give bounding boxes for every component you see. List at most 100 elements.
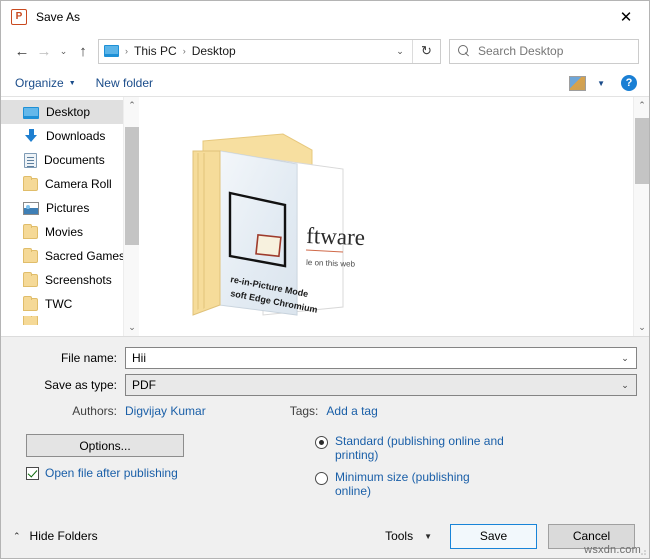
scroll-down-icon[interactable]: ⌄ bbox=[634, 319, 649, 336]
hide-folders-button[interactable]: ⌃ Hide Folders bbox=[13, 529, 98, 543]
add-a-tag-link[interactable]: Add a tag bbox=[326, 404, 377, 418]
folder-icon bbox=[23, 296, 38, 311]
options-left-column: Options... Open file after publishing bbox=[13, 434, 313, 506]
window-title: Save As bbox=[36, 9, 81, 24]
options-area: Options... Open file after publishing St… bbox=[13, 434, 637, 514]
folder-icon bbox=[23, 272, 38, 287]
tools-button[interactable]: Tools ▼ bbox=[385, 529, 432, 543]
organize-label: Organize bbox=[15, 76, 64, 90]
navigation-pane: Desktop Downloads Documents Camera Roll Pict… bbox=[1, 97, 139, 336]
sidebar-item-partial[interactable] bbox=[1, 316, 139, 325]
organize-button[interactable]: Organize ▼ bbox=[15, 76, 76, 90]
standard-option-row[interactable]: Standard (publishing online and printing… bbox=[315, 434, 637, 462]
sidebar-item-label: Documents bbox=[44, 153, 105, 167]
scroll-down-icon[interactable]: ⌄ bbox=[124, 319, 139, 336]
sidebar-item-label: Camera Roll bbox=[45, 177, 112, 191]
standard-radio[interactable] bbox=[315, 436, 328, 449]
this-pc-icon bbox=[104, 45, 119, 57]
resize-grip[interactable] bbox=[637, 546, 647, 556]
file-list-scrollbar[interactable]: ⌃ ⌄ bbox=[633, 97, 649, 336]
folder-with-documents-thumbnail[interactable]: ftware le on this web re-in-Picture Mode… bbox=[175, 119, 375, 319]
file-name-value: Hii bbox=[132, 351, 146, 365]
desktop-icon bbox=[23, 106, 39, 119]
sidebar-item-twc[interactable]: TWC bbox=[1, 292, 139, 316]
scrollbar-thumb[interactable] bbox=[125, 127, 139, 245]
sidebar-item-label: Downloads bbox=[46, 129, 106, 143]
hide-folders-label: Hide Folders bbox=[29, 529, 98, 543]
sidebar-item-screenshots[interactable]: Screenshots bbox=[1, 268, 139, 292]
authors-value[interactable]: Digvijay Kumar bbox=[125, 404, 206, 418]
new-folder-button[interactable]: New folder bbox=[96, 76, 153, 90]
chevron-down-icon: ▼ bbox=[68, 79, 76, 87]
chevron-down-icon[interactable]: ⌄ bbox=[614, 380, 636, 391]
sidebar-item-label: Pictures bbox=[46, 201, 90, 215]
save-as-dialog: P Save As ✕ ← → ⌄ ↑ › This PC › Desktop … bbox=[0, 0, 650, 559]
view-layout-icon[interactable] bbox=[569, 75, 587, 91]
minimum-size-radio[interactable] bbox=[315, 472, 328, 485]
authors-label: Authors: bbox=[72, 404, 117, 418]
sidebar-item-documents[interactable]: Documents bbox=[1, 148, 139, 172]
pictures-icon bbox=[23, 202, 39, 215]
open-after-publishing-row[interactable]: Open file after publishing bbox=[26, 466, 313, 480]
minimum-size-label: Minimum size (publishing online) bbox=[335, 470, 470, 498]
thumb-text-1: ftware bbox=[306, 223, 366, 250]
downloads-icon bbox=[23, 128, 39, 144]
navigation-bar: ← → ⌄ ↑ › This PC › Desktop ⌄ ↻ Search D… bbox=[1, 32, 649, 70]
file-list-pane[interactable]: ftware le on this web re-in-Picture Mode… bbox=[139, 97, 649, 336]
breadcrumb-separator-1: › bbox=[125, 46, 128, 56]
command-toolbar: Organize ▼ New folder ▼ ? bbox=[1, 70, 649, 97]
breadcrumb-item-desktop[interactable]: Desktop bbox=[192, 44, 236, 58]
sidebar-scrollbar[interactable]: ⌃ ⌄ bbox=[123, 97, 139, 336]
chevron-down-icon[interactable]: ▼ bbox=[597, 79, 605, 88]
forward-arrow-icon[interactable]: → bbox=[33, 38, 55, 64]
recent-locations-icon[interactable]: ⌄ bbox=[55, 38, 72, 64]
sidebar-item-label: Movies bbox=[45, 225, 84, 239]
chevron-up-icon: ⌃ bbox=[13, 530, 21, 541]
watermark: wsxdn.com bbox=[584, 544, 641, 556]
file-name-input[interactable]: Hii ⌄ bbox=[125, 347, 637, 369]
folder-icon bbox=[23, 316, 38, 325]
sidebar-item-label: Desktop bbox=[46, 105, 91, 119]
sidebar-item-downloads[interactable]: Downloads bbox=[1, 124, 139, 148]
chevron-down-icon[interactable]: ⌄ bbox=[388, 46, 412, 57]
navigation-list: Desktop Downloads Documents Camera Roll Pict… bbox=[1, 100, 139, 325]
sidebar-item-camera-roll[interactable]: Camera Roll bbox=[1, 172, 139, 196]
scroll-up-icon[interactable]: ⌃ bbox=[124, 97, 139, 114]
title-bar: P Save As ✕ bbox=[1, 1, 649, 32]
file-name-label: File name: bbox=[60, 351, 117, 365]
refresh-icon[interactable]: ↻ bbox=[412, 39, 440, 63]
open-after-publishing-checkbox[interactable] bbox=[26, 466, 39, 480]
thumbnail-graphic: ftware le on this web re-in-Picture Mode… bbox=[192, 133, 366, 316]
close-icon[interactable]: ✕ bbox=[603, 1, 649, 32]
sidebar-item-pictures[interactable]: Pictures bbox=[1, 196, 139, 220]
folder-icon bbox=[23, 224, 38, 239]
back-arrow-icon[interactable]: ← bbox=[11, 38, 33, 64]
options-button[interactable]: Options... bbox=[26, 434, 184, 457]
save-as-type-value: PDF bbox=[132, 378, 156, 392]
save-form: File name: Hii ⌄ Save as type: PDF ⌄ Aut… bbox=[1, 337, 649, 514]
save-as-type-row: Save as type: PDF ⌄ bbox=[13, 374, 637, 396]
minimum-size-option-row[interactable]: Minimum size (publishing online) bbox=[315, 470, 637, 498]
breadcrumb-item-this-pc[interactable]: This PC bbox=[134, 44, 177, 58]
thumb-text-2: le on this web bbox=[306, 258, 356, 269]
optimize-for-group: Standard (publishing online and printing… bbox=[313, 434, 637, 506]
sidebar-item-desktop[interactable]: Desktop bbox=[1, 100, 139, 124]
metadata-row: Authors: Digvijay Kumar Tags: Add a tag bbox=[13, 404, 637, 418]
up-arrow-icon[interactable]: ↑ bbox=[72, 38, 94, 64]
sidebar-item-sacred-games[interactable]: Sacred Games bbox=[1, 244, 139, 268]
app-icon-letter: P bbox=[15, 10, 23, 22]
help-icon[interactable]: ? bbox=[621, 75, 637, 91]
powerpoint-icon: P bbox=[11, 8, 27, 25]
address-bar[interactable]: › This PC › Desktop ⌄ ↻ bbox=[98, 38, 441, 64]
save-as-type-select[interactable]: PDF ⌄ bbox=[125, 374, 637, 396]
chevron-down-icon: ▼ bbox=[424, 531, 432, 541]
sidebar-item-movies[interactable]: Movies bbox=[1, 220, 139, 244]
scrollbar-thumb[interactable] bbox=[635, 118, 649, 184]
search-input[interactable]: Search Desktop bbox=[449, 38, 639, 64]
dialog-footer: ⌃ Hide Folders Tools ▼ Save Cancel wsxdn… bbox=[1, 514, 649, 558]
sidebar-item-label: Screenshots bbox=[45, 273, 112, 287]
scroll-up-icon[interactable]: ⌃ bbox=[634, 97, 649, 114]
save-button[interactable]: Save bbox=[450, 523, 537, 549]
search-icon bbox=[458, 44, 471, 58]
chevron-down-icon[interactable]: ⌄ bbox=[614, 353, 636, 364]
